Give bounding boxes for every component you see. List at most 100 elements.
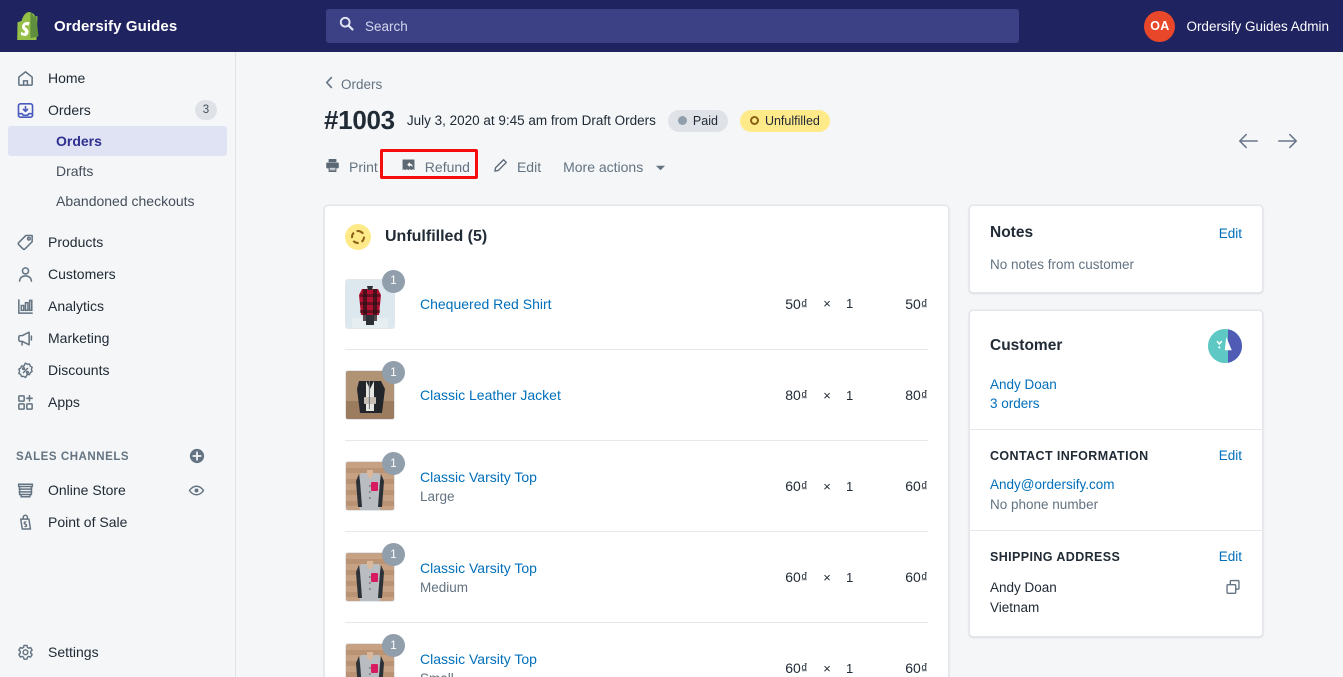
line-item-thumbnail[interactable]: 1 (345, 543, 405, 602)
line-item: 1 Chequered Red Shirt 50₫ × 1 50₫ (345, 258, 928, 349)
line-item-price: 60₫ (785, 569, 808, 585)
right-column: Notes Edit No notes from customer Custom… (969, 205, 1263, 677)
sidebar-subitem-drafts[interactable]: Drafts (8, 156, 227, 186)
sidebar-subitem-abandoned-checkouts[interactable]: Abandoned checkouts (8, 186, 227, 216)
notes-empty-text: No notes from customer (990, 257, 1135, 272)
edit-shipping-link[interactable]: Edit (1219, 549, 1242, 564)
print-button[interactable]: Print (324, 152, 389, 182)
sidebar-item-label: Marketing (48, 330, 110, 346)
previous-order-button[interactable] (1237, 132, 1259, 150)
sidebar-item-label: Home (48, 70, 86, 86)
sidebar-subitem-orders[interactable]: Orders (8, 126, 227, 156)
contact-information-body: Andy@ordersify.com No phone number (970, 463, 1262, 530)
line-item-multiply-sign: × (823, 569, 831, 585)
sidebar-item-home[interactable]: Home (8, 62, 227, 94)
status-badge-paid: Paid (667, 109, 728, 132)
search-placeholder: Search (365, 18, 408, 34)
customer-email-link[interactable]: Andy@ordersify.com (990, 477, 1242, 492)
line-item-quantity-badge: 1 (382, 452, 405, 475)
sidebar-subitem-label: Drafts (56, 163, 94, 179)
status-badge-unfulfilled: Unfulfilled (739, 109, 830, 132)
sidebar-item-label: Point of Sale (48, 514, 128, 530)
sidebar-item-settings[interactable]: Settings (8, 636, 228, 668)
line-item-quantity-badge: 1 (382, 361, 405, 384)
line-item: 1 Classic Varsity Top Medium 60₫ × 1 60₫ (345, 531, 928, 622)
sidebar-item-online-store[interactable]: Online Store (8, 474, 227, 506)
shipping-address-line: Vietnam (990, 600, 1040, 615)
sidebar-item-customers[interactable]: Customers (8, 258, 227, 290)
edit-button[interactable]: Edit (481, 152, 552, 182)
line-item-multiply-sign: × (823, 478, 831, 494)
more-actions-button[interactable]: More actions (552, 152, 677, 182)
sidebar: Home Orders 3 Orders Drafts Abandoned ch… (0, 52, 236, 677)
line-item-quantity: 1 (846, 478, 854, 494)
page-title-row: #1003 July 3, 2020 at 9:45 am from Draft… (324, 105, 1299, 136)
line-item-thumbnail[interactable]: 1 (345, 634, 405, 677)
line-item-name[interactable]: Classic Varsity Top (420, 651, 754, 667)
line-item-thumbnail[interactable]: 1 (345, 269, 405, 329)
line-item-name[interactable]: Classic Varsity Top (420, 560, 754, 576)
shipping-address-body: Andy Doan Vietnam (970, 564, 1262, 636)
storefront-icon (16, 481, 48, 500)
line-item-name[interactable]: Classic Leather Jacket (420, 387, 754, 403)
status-badge-label: Paid (692, 113, 718, 128)
next-order-button[interactable] (1277, 132, 1299, 150)
order-meta: July 3, 2020 at 9:45 am from Draft Order… (406, 113, 656, 128)
line-item-variant: Small (420, 671, 754, 677)
shipping-address-header: SHIPPING ADDRESS Edit (970, 531, 1262, 564)
contact-information-title: CONTACT INFORMATION (990, 448, 1149, 463)
line-item-total: 60₫ (905, 478, 928, 494)
line-item-price: 50₫ (785, 295, 808, 312)
plus-circle-icon[interactable] (189, 448, 205, 467)
line-item-total: 50₫ (905, 295, 928, 312)
sidebar-item-label: Discounts (48, 362, 110, 378)
user-menu[interactable]: OA Ordersify Guides Admin (1144, 10, 1329, 42)
edit-contact-link[interactable]: Edit (1219, 448, 1242, 463)
line-item-thumbnail[interactable]: 1 (345, 452, 405, 511)
customer-phone-text: No phone number (990, 497, 1099, 512)
line-item-name[interactable]: Chequered Red Shirt (420, 296, 754, 312)
copy-icon[interactable] (1224, 578, 1242, 601)
customer-orders-count-link[interactable]: 3 orders (990, 396, 1242, 411)
customer-name-link[interactable]: Andy Doan (990, 377, 1242, 392)
line-item-total: 60₫ (905, 569, 928, 585)
sidebar-subitem-label: Abandoned checkouts (56, 193, 195, 209)
edit-label: Edit (516, 159, 542, 175)
brand[interactable]: Ordersify Guides (0, 0, 236, 52)
line-item-quantity: 1 (846, 387, 854, 403)
notes-card: Notes Edit No notes from customer (969, 205, 1263, 293)
line-item-quantity: 1 (846, 296, 854, 311)
sidebar-item-apps[interactable]: Apps (8, 386, 227, 418)
home-icon (16, 69, 48, 88)
orders-inbox-icon (16, 101, 48, 120)
sidebar-item-orders[interactable]: Orders 3 (8, 94, 227, 126)
line-item-price: 80₫ (785, 387, 808, 403)
line-item-thumbnail[interactable]: 1 (345, 361, 405, 420)
line-item-multiply-sign: × (823, 296, 831, 311)
status-badge-label: Unfulfilled (764, 113, 820, 128)
sales-channels-label: SALES CHANNELS (16, 451, 130, 463)
unfulfilled-card-header: Unfulfilled (5) (325, 206, 948, 258)
sidebar-item-marketing[interactable]: Marketing (8, 322, 227, 354)
eye-icon[interactable] (188, 482, 205, 499)
notes-card-body: No notes from customer (970, 242, 1262, 292)
sidebar-item-point-of-sale[interactable]: Point of Sale (8, 506, 227, 538)
sidebar-item-label: Products (48, 234, 104, 250)
line-item-quantity-badge: 1 (382, 543, 405, 566)
line-item-name[interactable]: Classic Varsity Top (420, 469, 754, 485)
sidebar-item-analytics[interactable]: Analytics (8, 290, 227, 322)
unfulfilled-card: Unfulfilled (5) 1 Chequered Red Shirt 50… (324, 205, 949, 677)
search-icon (339, 16, 354, 36)
sidebar-item-discounts[interactable]: Discounts (8, 354, 227, 386)
search-input[interactable]: Search (326, 9, 1019, 43)
line-item: 1 Classic Varsity Top Small 60₫ × 1 60₫ (345, 622, 928, 677)
content-columns: Unfulfilled (5) 1 Chequered Red Shirt 50… (236, 205, 1343, 677)
refund-button[interactable]: Refund (389, 152, 481, 182)
breadcrumb[interactable]: Orders (324, 76, 382, 92)
edit-notes-link[interactable]: Edit (1219, 226, 1242, 241)
sidebar-item-products[interactable]: Products (8, 226, 227, 258)
line-item-multiply-sign: × (823, 660, 831, 676)
printer-icon (324, 157, 341, 177)
sidebar-item-label: Settings (48, 644, 99, 660)
action-toolbar: Print Refund Edit More actions (324, 149, 1299, 184)
